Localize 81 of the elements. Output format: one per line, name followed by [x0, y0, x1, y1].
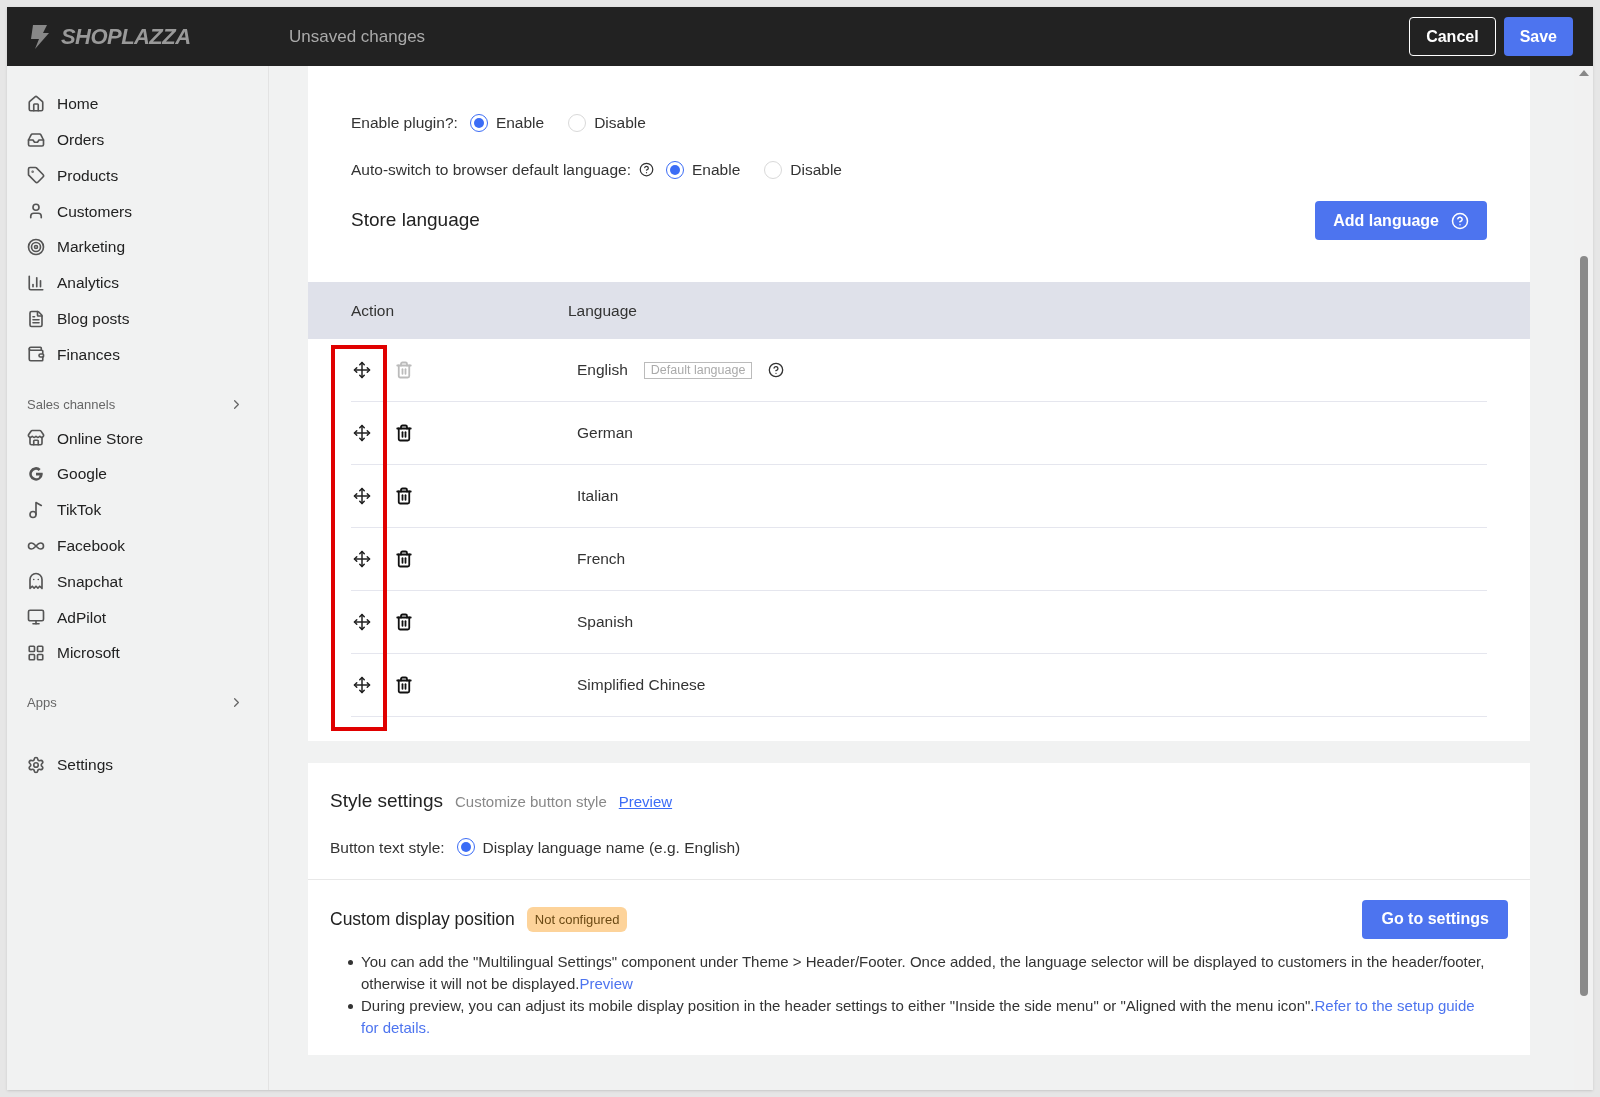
drag-handle-icon[interactable] [353, 361, 371, 379]
house-icon [27, 94, 45, 113]
bar-chart-icon [27, 273, 45, 292]
status-tag: Not configured [526, 906, 628, 932]
unsaved-status: Unsaved changes [289, 25, 426, 48]
radio-label[interactable]: Enable [692, 157, 741, 182]
drag-handle-icon[interactable] [353, 487, 371, 505]
nav-item[interactable]: Marketing [23, 229, 252, 265]
section-subtitle: Customize button style [455, 792, 607, 812]
nav-item[interactable]: Home [23, 86, 252, 122]
option-label: Auto-switch to browser default language: [351, 159, 632, 180]
nav-item[interactable]: Microsoft [23, 635, 252, 671]
nav-item[interactable]: Facebook [23, 527, 252, 564]
cancel-button[interactable]: Cancel [1409, 17, 1496, 56]
drag-handle-icon[interactable] [353, 550, 371, 568]
save-button[interactable]: Save [1503, 17, 1573, 56]
monitor-icon [27, 608, 45, 627]
trash-icon[interactable] [395, 487, 413, 505]
help-icon[interactable] [639, 162, 655, 177]
trash-icon[interactable] [395, 613, 413, 631]
drag-handle-icon[interactable] [353, 613, 371, 631]
radio-label[interactable]: Enable [495, 110, 545, 135]
tag-icon [27, 166, 45, 185]
music-note-icon [27, 500, 45, 519]
nav-item[interactable]: Settings [23, 746, 252, 783]
help-link[interactable]: Refer to the setup guide [1314, 996, 1475, 1014]
nav-item[interactable]: Blog posts [23, 300, 252, 337]
nav-item[interactable]: Products [23, 157, 252, 194]
language-name: Simplified Chinese [577, 675, 706, 696]
trash-icon[interactable] [395, 550, 413, 568]
section-title: Store language [351, 208, 480, 233]
option-label: Button text style: [330, 837, 445, 858]
help-link[interactable]: Preview [579, 974, 633, 992]
grid-icon [27, 644, 45, 663]
trash-icon[interactable] [395, 676, 413, 694]
help-icon[interactable] [768, 362, 785, 378]
inbox-icon [27, 130, 45, 149]
nav-item[interactable]: Google [23, 456, 252, 492]
help-link[interactable]: for details. [361, 1018, 431, 1036]
g-letter-icon [27, 465, 45, 484]
radio-label[interactable]: Disable [790, 157, 842, 182]
default-tag: Default language [643, 361, 753, 379]
add-language-button[interactable]: Add language [1315, 201, 1487, 240]
drag-handle-icon[interactable] [353, 676, 371, 694]
nav-item[interactable]: Customers [23, 193, 252, 230]
trash-icon[interactable] [395, 424, 413, 442]
document-icon [27, 309, 45, 328]
column-header: Language [568, 300, 637, 321]
nav-item[interactable]: TikTok [23, 491, 252, 528]
ghost-icon [27, 572, 45, 591]
column-header: Action [351, 300, 396, 321]
language-name: French [577, 549, 626, 570]
nav-item[interactable]: Analytics [23, 265, 252, 301]
info-text: You can add the "Multilingual Settings" component under Theme > Header/Footer. Once added, the language selector will be displayed to customers in the header/footer, otherwise it will not be displayed.Preview [361, 951, 1486, 994]
language-name: Italian [577, 486, 619, 507]
language-name: Spanish [577, 612, 633, 633]
brand-logo: SHOPLAZZA [61, 23, 191, 51]
target-icon [27, 238, 45, 257]
wallet-icon [27, 345, 45, 364]
nav-item[interactable]: Orders [23, 121, 252, 158]
nav-item[interactable]: Online Store [23, 420, 252, 457]
section-header[interactable]: Apps [23, 686, 252, 719]
go-to-settings-button[interactable]: Go to settings [1362, 899, 1508, 939]
store-icon [27, 429, 45, 448]
section-title: Custom display position [330, 908, 515, 932]
nav-item[interactable]: Finances [23, 336, 252, 373]
language-name: German [577, 423, 633, 444]
help-icon [1451, 211, 1469, 230]
person-icon [27, 202, 45, 221]
option-label: Enable plugin?: [351, 112, 458, 133]
nav-item[interactable]: AdPilot [23, 599, 252, 636]
section-title: Style settings [330, 789, 443, 813]
info-text: During preview, you can adjust its mobile display position in the header settings to either "Inside the side menu" or "Aligned with the menu icon".Refer to the setup guide for details. [361, 995, 1475, 1038]
settings-icon [27, 755, 45, 774]
section-header[interactable]: Sales channels [23, 388, 252, 421]
nav-item[interactable]: Snapchat [23, 563, 252, 600]
language-name: English [577, 360, 628, 381]
radio-label[interactable]: Disable [594, 110, 646, 135]
preview-link[interactable]: Preview [618, 791, 673, 814]
radio-label[interactable]: Display language name (e.g. English) [482, 835, 741, 859]
drag-handle-icon[interactable] [353, 424, 371, 442]
